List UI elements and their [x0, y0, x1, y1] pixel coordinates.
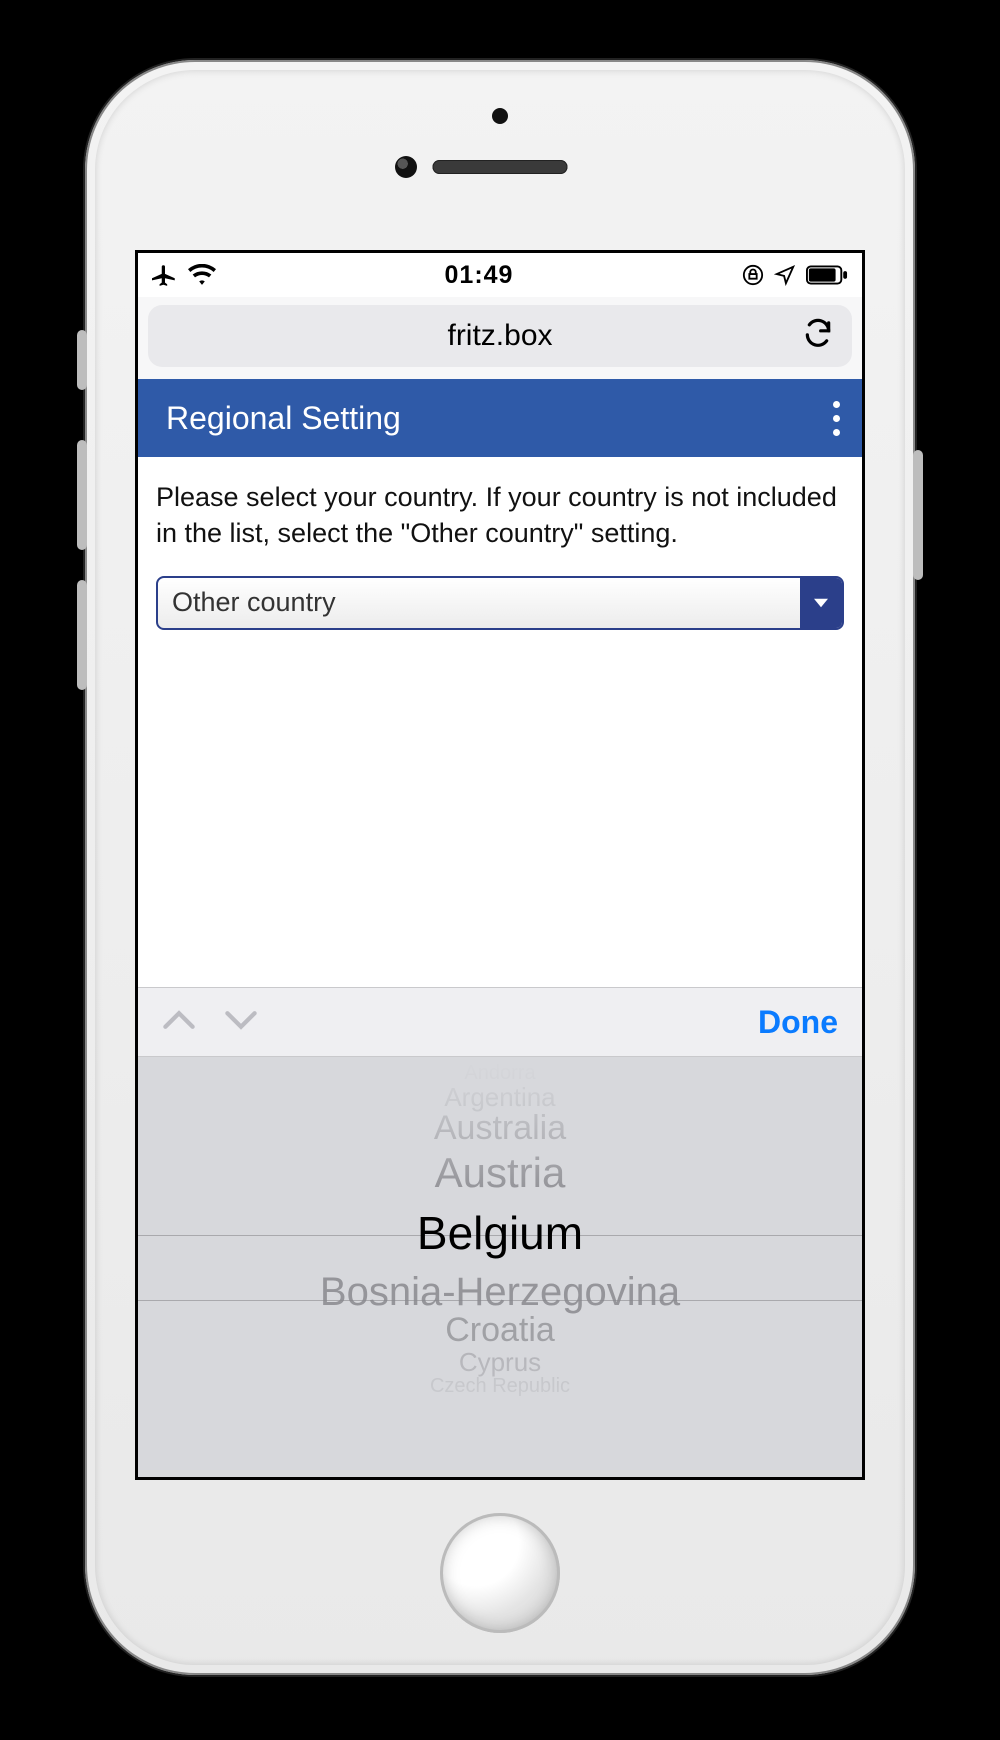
picker-item[interactable]: Argentina — [138, 1084, 862, 1111]
home-button[interactable] — [440, 1513, 560, 1633]
picker-item[interactable]: Czech Republic — [138, 1376, 862, 1397]
reload-icon[interactable] — [802, 318, 834, 355]
picker-item-selected[interactable]: Belgium — [138, 1209, 862, 1257]
earpiece — [433, 160, 568, 174]
page-title: Regional Setting — [166, 400, 401, 437]
picker-toolbar: Done — [138, 987, 862, 1057]
wifi-icon — [188, 264, 216, 286]
airplane-mode-icon — [152, 262, 178, 288]
status-bar: 01:49 — [138, 253, 862, 297]
front-camera — [395, 156, 417, 178]
picker-item[interactable]: Austria — [138, 1151, 862, 1195]
app-header: Regional Setting — [138, 379, 862, 457]
screen: 01:49 fritz.box — [135, 250, 865, 1480]
browser-chrome: fritz.box — [138, 297, 862, 379]
status-time: 01:49 — [445, 261, 514, 290]
address-text: fritz.box — [447, 319, 552, 353]
mute-switch — [77, 330, 87, 390]
picker-item[interactable]: Andorra — [138, 1063, 862, 1084]
picker-item[interactable]: Australia — [138, 1111, 862, 1147]
done-button[interactable]: Done — [758, 1004, 838, 1041]
picker-item[interactable]: Croatia — [138, 1313, 862, 1349]
picker-item[interactable]: Bosnia-Herzegovina — [138, 1271, 862, 1313]
volume-up — [77, 440, 87, 550]
power-button — [913, 450, 923, 580]
more-menu-icon[interactable] — [833, 401, 840, 436]
prev-field-icon[interactable] — [162, 1008, 196, 1037]
battery-icon — [806, 265, 848, 285]
dropdown-arrow-icon — [800, 578, 842, 628]
picker-wheel[interactable]: Andorra Argentina Australia Austria Belg… — [138, 1057, 862, 1477]
content-area: Please select your country. If your coun… — [138, 457, 862, 652]
volume-down — [77, 580, 87, 690]
country-picker[interactable]: Andorra Argentina Australia Austria Belg… — [138, 1057, 862, 1477]
country-select-value: Other country — [158, 587, 336, 618]
phone-frame: 01:49 fritz.box — [85, 60, 915, 1675]
country-select[interactable]: Other country — [156, 576, 844, 630]
picker-item[interactable]: Cyprus — [138, 1349, 862, 1376]
next-field-icon[interactable] — [224, 1008, 258, 1037]
location-icon — [774, 264, 796, 286]
instruction-text: Please select your country. If your coun… — [156, 479, 844, 552]
address-bar[interactable]: fritz.box — [148, 305, 852, 367]
orientation-lock-icon — [742, 264, 764, 286]
proximity-sensor — [492, 108, 508, 124]
